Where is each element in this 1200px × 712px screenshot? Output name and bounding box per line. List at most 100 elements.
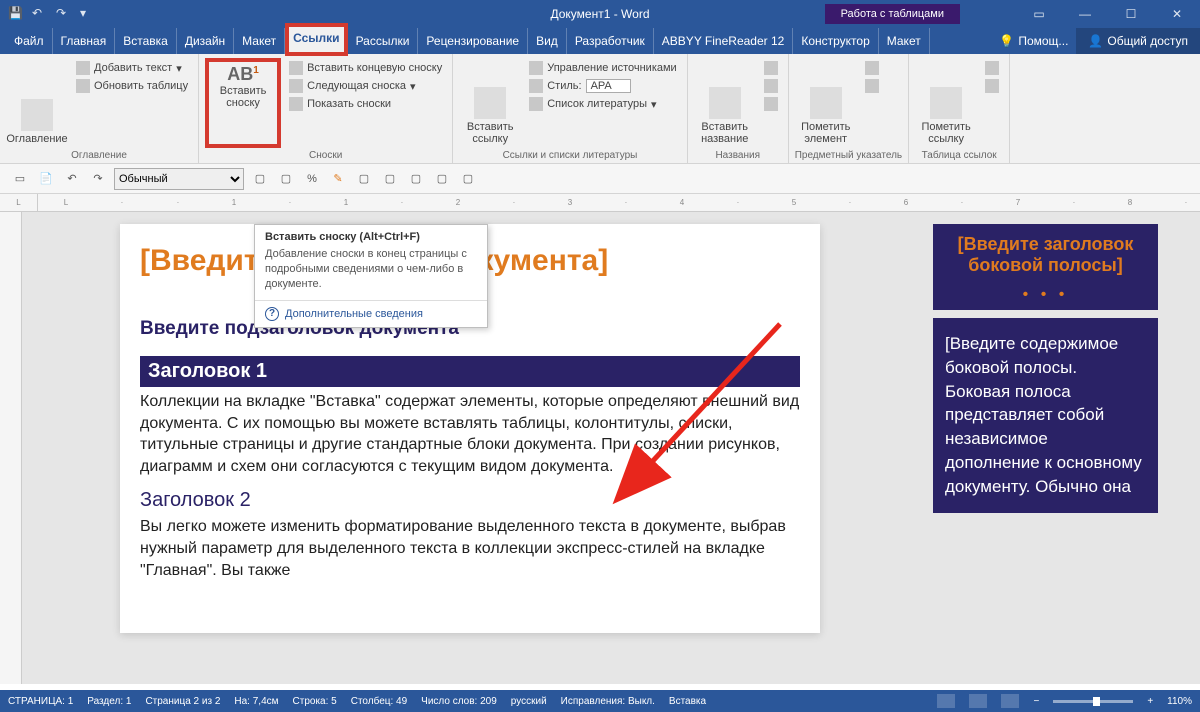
- view-print-icon[interactable]: [969, 694, 987, 708]
- tab-layout[interactable]: Макет: [234, 28, 285, 54]
- show-notes-icon: [289, 97, 303, 111]
- group-label: Предметный указатель: [795, 148, 902, 161]
- sidebar-body[interactable]: [Введите содержимое боковой полосы. Боко…: [933, 318, 1158, 513]
- undo-icon[interactable]: ↶: [62, 169, 82, 189]
- next-footnote-button[interactable]: Следующая сноска ▾: [285, 78, 446, 94]
- qa-icon[interactable]: 📄: [36, 169, 56, 189]
- zoom-out-button[interactable]: −: [1033, 696, 1039, 707]
- status-track[interactable]: Исправления: Выкл.: [561, 696, 655, 707]
- heading-1[interactable]: Заголовок 1: [140, 356, 800, 387]
- zoom-in-button[interactable]: +: [1147, 696, 1153, 707]
- update-table-button[interactable]: Обновить таблицу: [72, 78, 192, 94]
- endnote-icon: [289, 61, 303, 75]
- tab-references[interactable]: Ссылки: [285, 23, 347, 56]
- status-words[interactable]: Число слов: 209: [421, 696, 497, 707]
- group-label: Ссылки и списки литературы: [459, 148, 680, 161]
- mark-entry-button[interactable]: Пометить элемент: [795, 58, 857, 148]
- quick-access-row: ▭ 📄 ↶ ↷ Обычный ▢▢ %✎ ▢▢ ▢▢ ▢: [0, 164, 1200, 194]
- status-mode[interactable]: Вставка: [669, 696, 706, 707]
- group-toc: Оглавление Добавить текст ▾ Обновить таб…: [0, 54, 199, 163]
- bulb-icon: 💡: [999, 34, 1014, 48]
- group-citations: Вставить ссылку Управление источниками С…: [453, 54, 687, 163]
- tab-constructor[interactable]: Конструктор: [793, 28, 878, 54]
- tab-insert[interactable]: Вставка: [115, 28, 177, 54]
- status-bar: СТРАНИЦА: 1 Раздел: 1 Страница 2 из 2 На…: [0, 690, 1200, 712]
- style-icon: [529, 79, 543, 93]
- status-page[interactable]: СТРАНИЦА: 1: [8, 696, 73, 707]
- help-icon: ?: [265, 307, 279, 321]
- insert-caption-button[interactable]: Вставить название: [694, 58, 756, 148]
- redo-icon[interactable]: ↷: [56, 6, 72, 22]
- horizontal-ruler[interactable]: L··1·1·2·3·4·5·6·7·8·9·10·11·12·13·14·15…: [38, 194, 1200, 212]
- titlebar: 💾 ↶ ↷ ▾ Документ1 - Word Работа с таблиц…: [0, 0, 1200, 28]
- vertical-ruler[interactable]: [0, 212, 22, 684]
- add-text-icon: [76, 61, 90, 75]
- window-title: Документ1 - Word: [550, 7, 649, 21]
- insert-footnote-highlight: AB1 Вставить сноску: [205, 58, 281, 148]
- manage-sources-button[interactable]: Управление источниками: [525, 60, 680, 76]
- insert-footnote-button[interactable]: AB1 Вставить сноску: [211, 64, 275, 110]
- group-footnotes: AB1 Вставить сноску Вставить концевую сн…: [199, 54, 453, 163]
- group-label: Названия: [694, 148, 782, 161]
- show-notes-button[interactable]: Показать сноски: [285, 96, 446, 112]
- save-icon[interactable]: 💾: [8, 6, 24, 22]
- status-line[interactable]: Строка: 5: [293, 696, 337, 707]
- next-note-icon: [289, 79, 303, 93]
- sidebar-title[interactable]: [Введите заголовок боковой полосы]: [933, 224, 1158, 286]
- footnote-tooltip: Вставить сноску (Alt+Ctrl+F) Добавление …: [254, 224, 488, 328]
- undo-icon[interactable]: ↶: [32, 6, 48, 22]
- sidebar-dots: • • •: [933, 286, 1158, 310]
- tab-view[interactable]: Вид: [528, 28, 567, 54]
- heading-2[interactable]: Заголовок 2: [140, 489, 800, 512]
- status-column[interactable]: Столбец: 49: [351, 696, 407, 707]
- tab-developer[interactable]: Разработчик: [567, 28, 654, 54]
- redo-icon[interactable]: ↷: [88, 169, 108, 189]
- status-language[interactable]: русский: [511, 696, 547, 707]
- tooltip-more-link[interactable]: ?Дополнительные сведения: [255, 300, 487, 327]
- mark-citation-button[interactable]: Пометить ссылку: [915, 58, 977, 148]
- group-label: Сноски: [205, 148, 446, 161]
- paragraph[interactable]: Коллекции на вкладке "Вставка" содержат …: [140, 391, 800, 477]
- tab-design[interactable]: Дизайн: [177, 28, 234, 54]
- toc-button[interactable]: Оглавление: [6, 58, 68, 148]
- group-captions: Вставить название Названия: [688, 54, 789, 163]
- ribbon-options-icon[interactable]: ▭: [1016, 0, 1062, 28]
- tooltip-title: Вставить сноску (Alt+Ctrl+F): [255, 225, 487, 245]
- insert-citation-button[interactable]: Вставить ссылку: [459, 58, 521, 148]
- tab-layout2[interactable]: Макет: [879, 28, 930, 54]
- zoom-level[interactable]: 110%: [1167, 696, 1192, 707]
- qat-more-icon[interactable]: ▾: [80, 6, 96, 22]
- maximize-icon[interactable]: ☐: [1108, 0, 1154, 28]
- caption-icon: [709, 87, 741, 119]
- tab-home[interactable]: Главная: [53, 28, 116, 54]
- tab-review[interactable]: Рецензирование: [418, 28, 528, 54]
- sidebar-textbox[interactable]: [Введите заголовок боковой полосы] • • •…: [933, 224, 1158, 513]
- style-dropdown[interactable]: Обычный: [114, 168, 244, 190]
- biblio-icon: [529, 97, 543, 111]
- zoom-slider[interactable]: [1053, 700, 1133, 703]
- tab-abbyy[interactable]: ABBYY FineReader 12: [654, 28, 794, 54]
- status-pages[interactable]: Страница 2 из 2: [145, 696, 220, 707]
- contextual-tab-tables[interactable]: Работа с таблицами: [825, 4, 960, 24]
- add-text-button[interactable]: Добавить текст ▾: [72, 60, 192, 76]
- index-icon: [810, 87, 842, 119]
- sources-icon: [529, 61, 543, 75]
- tab-file[interactable]: Файл: [6, 28, 53, 54]
- view-web-icon[interactable]: [1001, 694, 1019, 708]
- share-button[interactable]: 👤Общий доступ: [1076, 28, 1200, 54]
- view-read-icon[interactable]: [937, 694, 955, 708]
- tell-me[interactable]: 💡Помощ...: [991, 34, 1076, 48]
- insert-endnote-button[interactable]: Вставить концевую сноску: [285, 60, 446, 76]
- tab-mailings[interactable]: Рассылки: [348, 28, 419, 54]
- tooltip-body: Добавление сноски в конец страницы с под…: [255, 245, 487, 300]
- status-position[interactable]: На: 7,4см: [234, 696, 278, 707]
- bibliography-button[interactable]: Список литературы ▾: [525, 96, 680, 112]
- ruler-corner: L: [0, 194, 38, 212]
- qa-icon[interactable]: ▭: [10, 169, 30, 189]
- mark-citation-icon: [930, 87, 962, 119]
- minimize-icon[interactable]: —: [1062, 0, 1108, 28]
- status-section[interactable]: Раздел: 1: [87, 696, 131, 707]
- style-select[interactable]: Стиль: APA: [525, 78, 680, 94]
- paragraph[interactable]: Вы легко можете изменить форматирование …: [140, 516, 800, 581]
- close-icon[interactable]: ✕: [1154, 0, 1200, 28]
